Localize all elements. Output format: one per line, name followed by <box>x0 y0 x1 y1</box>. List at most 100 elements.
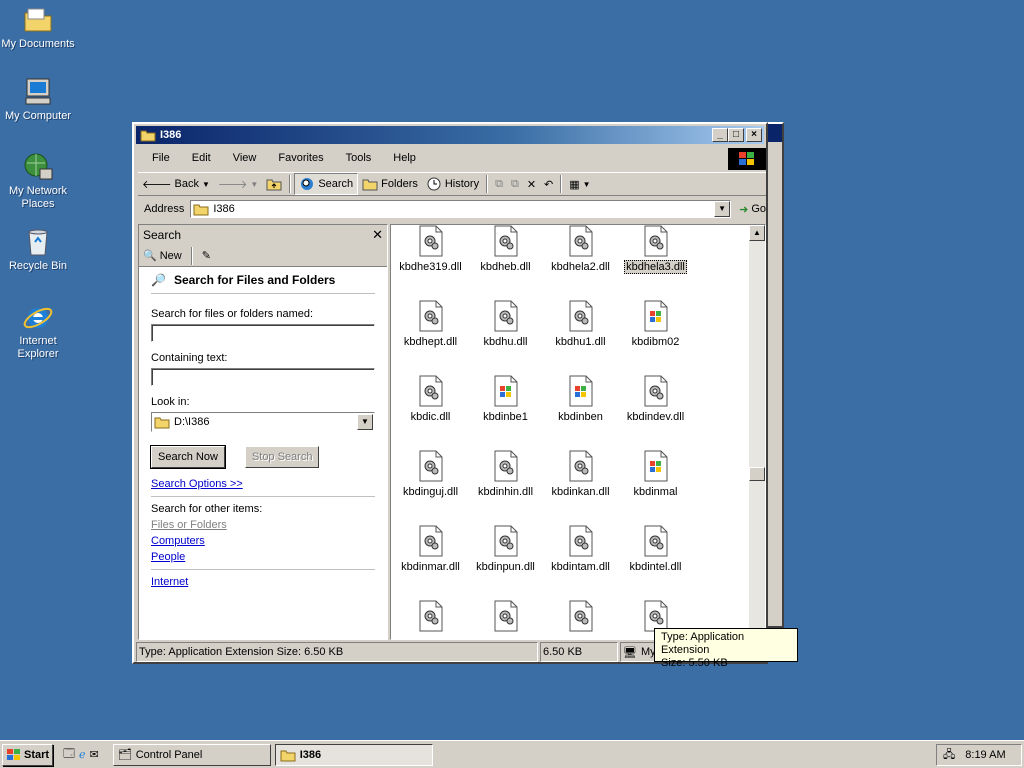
move-to-icon: ⧉ <box>495 177 503 190</box>
file-item[interactable] <box>543 600 618 639</box>
chevron-down-icon[interactable]: ▼ <box>202 180 210 189</box>
network-tray-icon[interactable]: 🖧 <box>943 746 955 765</box>
folders-button[interactable]: Folders <box>358 175 422 193</box>
file-name: kbdic.dll <box>410 411 451 423</box>
file-item[interactable]: kbdinben <box>543 375 618 436</box>
delete-button[interactable]: ✕ <box>523 176 540 193</box>
file-item[interactable]: kbdheb.dll <box>468 225 543 286</box>
title-bar[interactable]: I386 _ □ × <box>136 126 764 144</box>
file-item[interactable]: kbdinkan.dll <box>543 450 618 511</box>
file-item[interactable]: kbdibm02 <box>618 300 693 361</box>
address-input[interactable]: I386 ▼ <box>190 200 732 218</box>
file-item[interactable] <box>393 600 468 639</box>
outlook-icon[interactable]: ✉ <box>90 748 99 761</box>
desktop-icon-label: Internet Explorer <box>17 335 59 360</box>
desktop-icon-internet-explorer[interactable]: Internet Explorer <box>0 301 76 361</box>
dll-file-icon <box>569 300 592 332</box>
menu-view[interactable]: View <box>219 152 265 164</box>
desktop-icon-my-computer[interactable]: My Computer <box>0 76 76 123</box>
vertical-scrollbar[interactable]: ▲ <box>749 225 765 639</box>
file-item[interactable]: kbdhu.dll <box>468 300 543 361</box>
address-value: I386 <box>213 203 235 215</box>
dll-file-icon <box>644 375 667 407</box>
menu-favorites[interactable]: Favorites <box>264 152 331 164</box>
file-item[interactable]: kbdhela3.dll <box>618 225 693 286</box>
link-internet[interactable]: Internet <box>151 576 375 588</box>
file-name: kbdindev.dll <box>626 411 685 423</box>
menu-edit[interactable]: Edit <box>178 152 219 164</box>
ie-icon[interactable]: ℯ <box>79 748 86 761</box>
views-button[interactable]: ▦ ▼ <box>565 176 594 193</box>
copy-to-button[interactable]: ⧉ <box>507 176 523 193</box>
file-item[interactable]: kbdinguj.dll <box>393 450 468 511</box>
file-item[interactable]: kbdintel.dll <box>618 525 693 586</box>
task-label: Control Panel <box>135 748 203 761</box>
file-item[interactable]: kbdhept.dll <box>393 300 468 361</box>
file-item[interactable]: kbdindev.dll <box>618 375 693 436</box>
look-in-dropdown-button[interactable]: ▼ <box>357 414 373 430</box>
desktop-icon-label: My Computer <box>4 110 72 122</box>
file-item[interactable]: kbdic.dll <box>393 375 468 436</box>
history-button[interactable]: History <box>422 174 483 194</box>
delete-x-icon: ✕ <box>526 178 537 191</box>
window-title: I386 <box>160 129 182 141</box>
network-icon <box>24 153 53 180</box>
task-control-panel[interactable]: 🗂 Control Panel <box>112 743 271 766</box>
scroll-up-button[interactable]: ▲ <box>749 225 765 241</box>
file-item[interactable]: kbdhu1.dll <box>543 300 618 361</box>
new-search-button[interactable]: 🔍 New <box>143 249 182 263</box>
desktop-icon-my-documents[interactable]: My Documents <box>0 4 76 51</box>
scroll-thumb[interactable] <box>749 467 765 481</box>
address-dropdown-button[interactable]: ▼ <box>714 201 731 217</box>
close-button[interactable]: × <box>746 128 762 142</box>
file-name: kbdinmal <box>633 486 678 498</box>
menu-tools[interactable]: Tools <box>332 152 380 164</box>
search-button[interactable]: Search <box>294 173 359 195</box>
minimize-button[interactable]: _ <box>712 128 728 142</box>
look-in-select[interactable]: D:\I386 ▼ <box>151 412 375 432</box>
file-item[interactable]: kbdinmal <box>618 450 693 511</box>
forward-button[interactable]: 🡒 ▼ <box>214 175 262 193</box>
start-button[interactable]: Start <box>2 743 54 766</box>
show-desktop-icon[interactable]: 🗔 <box>63 745 75 764</box>
up-folder-button[interactable] <box>262 175 286 193</box>
task-i386[interactable]: I386 <box>274 743 433 766</box>
go-button[interactable]: ➜ Go <box>739 203 766 216</box>
search-now-button[interactable]: Search Now <box>151 446 225 468</box>
chevron-down-icon: ▼ <box>582 179 591 189</box>
files-named-input[interactable] <box>151 324 375 342</box>
search-options-link[interactable]: Search Options >> <box>151 478 375 490</box>
link-files-or-folders[interactable]: Files or Folders <box>151 519 375 531</box>
file-item[interactable] <box>468 600 543 639</box>
file-name: kbdheb.dll <box>480 261 531 273</box>
stop-search-button[interactable]: Stop Search <box>244 446 320 468</box>
search-assistant-icon[interactable]: ✎ <box>202 249 211 262</box>
history-clock-icon <box>427 177 441 191</box>
file-item[interactable]: kbdinmar.dll <box>393 525 468 586</box>
clock[interactable]: 8:19 AM <box>965 749 1005 761</box>
computer-icon <box>25 78 51 105</box>
move-to-button[interactable]: ⧉ <box>491 176 507 193</box>
file-item[interactable]: kbdhe319.dll <box>393 225 468 286</box>
close-icon[interactable]: ✕ <box>372 227 383 243</box>
desktop-icon-recycle-bin[interactable]: Recycle Bin <box>0 226 76 273</box>
desktop-icon-my-network-places[interactable]: My Network Places <box>0 151 76 211</box>
file-item[interactable]: kbdinbe1 <box>468 375 543 436</box>
file-item[interactable]: kbdinpun.dll <box>468 525 543 586</box>
file-item[interactable]: kbdinhin.dll <box>468 450 543 511</box>
file-item[interactable]: kbdintam.dll <box>543 525 618 586</box>
link-people[interactable]: People <box>151 551 375 563</box>
back-button[interactable]: 🡐 Back ▼ <box>138 175 214 193</box>
magnifier-icon: 🔍 <box>143 250 157 262</box>
undo-button[interactable]: ↶ <box>540 176 557 193</box>
desktop-icon-label: My Network Places <box>8 185 68 210</box>
file-name: kbdinben <box>558 411 603 423</box>
containing-text-input[interactable] <box>151 368 375 386</box>
menu-help[interactable]: Help <box>379 152 424 164</box>
link-computers[interactable]: Computers <box>151 535 375 547</box>
named-label: Search for files or folders named: <box>151 308 314 320</box>
back-label: Back <box>174 178 199 190</box>
menu-file[interactable]: File <box>138 152 178 164</box>
maximize-button[interactable]: □ <box>728 128 744 142</box>
file-item[interactable]: kbdhela2.dll <box>543 225 618 286</box>
